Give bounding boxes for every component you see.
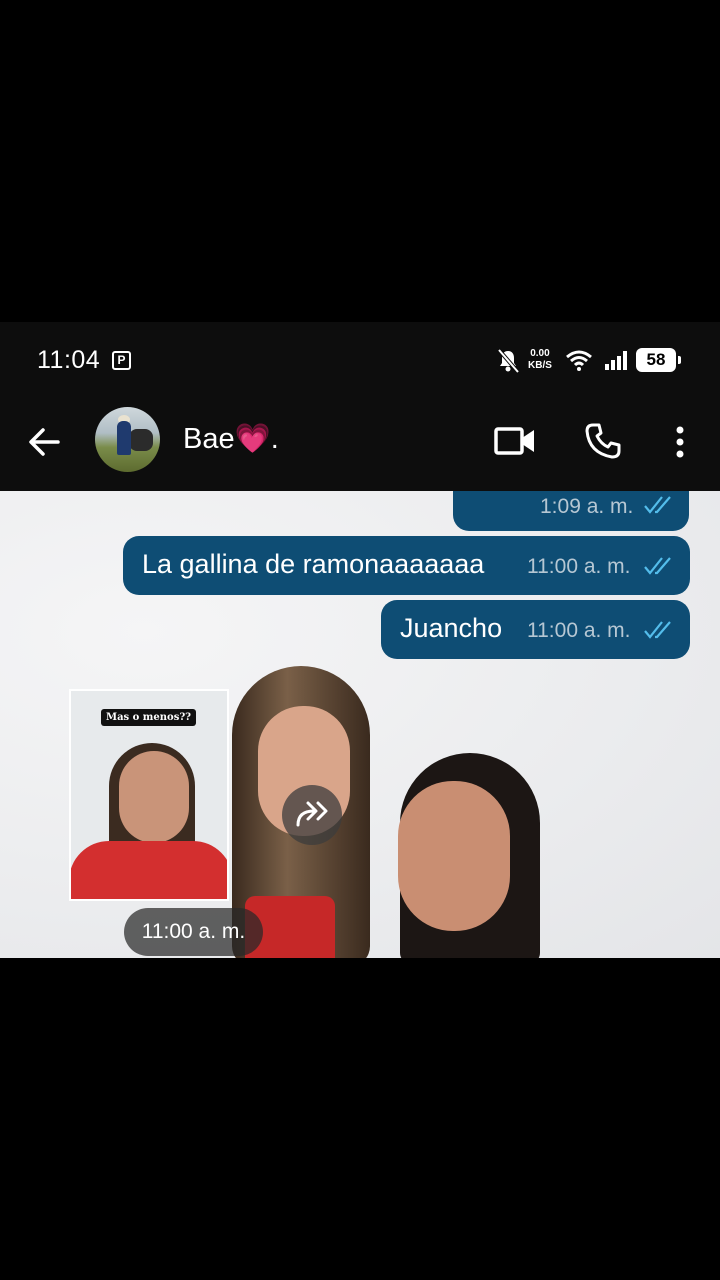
avatar[interactable] xyxy=(95,407,160,472)
letterbox-top xyxy=(0,0,720,322)
read-ticks-icon xyxy=(644,557,671,575)
read-ticks-icon xyxy=(644,496,671,514)
avatar-figure xyxy=(117,421,131,455)
bell-muted-icon xyxy=(497,348,520,374)
wifi-icon xyxy=(566,350,592,371)
message-bubble[interactable]: 1:09 a. m. xyxy=(453,491,689,531)
avatar-horse xyxy=(129,429,153,451)
status-time: 11:04 xyxy=(37,346,101,374)
message-text: Juancho xyxy=(400,613,503,643)
message-time: 1:09 a. m. xyxy=(540,495,634,518)
chat-area[interactable]: 1:09 a. m. La gallina de ramonaaaaaaa 11… xyxy=(0,491,720,958)
video-call-icon[interactable] xyxy=(494,425,536,457)
contact-name[interactable]: Bae💗. xyxy=(183,422,279,456)
status-bar: 11:04 P 0.00 KB/S 58 xyxy=(0,322,720,400)
image-inset[interactable]: Mas o menos?? xyxy=(69,689,229,901)
notification-icon: P xyxy=(112,351,131,370)
letterbox-bottom xyxy=(0,958,720,1280)
inset-caption: Mas o menos?? xyxy=(101,709,197,726)
read-ticks-icon xyxy=(644,621,671,639)
net-speed-unit: KB/S xyxy=(528,360,552,371)
net-speed-value: 0.00 xyxy=(530,348,550,359)
message-bubble[interactable]: Juancho 11:00 a. m. xyxy=(381,600,690,659)
back-arrow-icon[interactable] xyxy=(26,424,62,460)
more-options-icon[interactable] xyxy=(668,424,692,460)
chat-header: Bae💗. xyxy=(0,400,720,491)
message-time: 11:00 a. m. xyxy=(527,619,631,642)
signal-icon xyxy=(605,351,627,370)
forward-button[interactable] xyxy=(282,785,342,845)
message-text: La gallina de ramonaaaaaaa xyxy=(142,549,485,579)
message-bubble[interactable]: La gallina de ramonaaaaaaa 11:00 a. m. xyxy=(123,536,690,595)
battery-icon: 58 xyxy=(636,348,681,372)
inset-shirt xyxy=(71,841,227,899)
net-speed: 0.00 KB/S xyxy=(528,348,552,372)
photo-person-face xyxy=(398,781,510,931)
phone-call-icon[interactable] xyxy=(584,422,622,460)
inset-face xyxy=(119,751,189,843)
image-time: 11:00 a. m. xyxy=(124,908,263,956)
forward-icon xyxy=(296,801,328,827)
message-time: 11:00 a. m. xyxy=(527,555,631,578)
